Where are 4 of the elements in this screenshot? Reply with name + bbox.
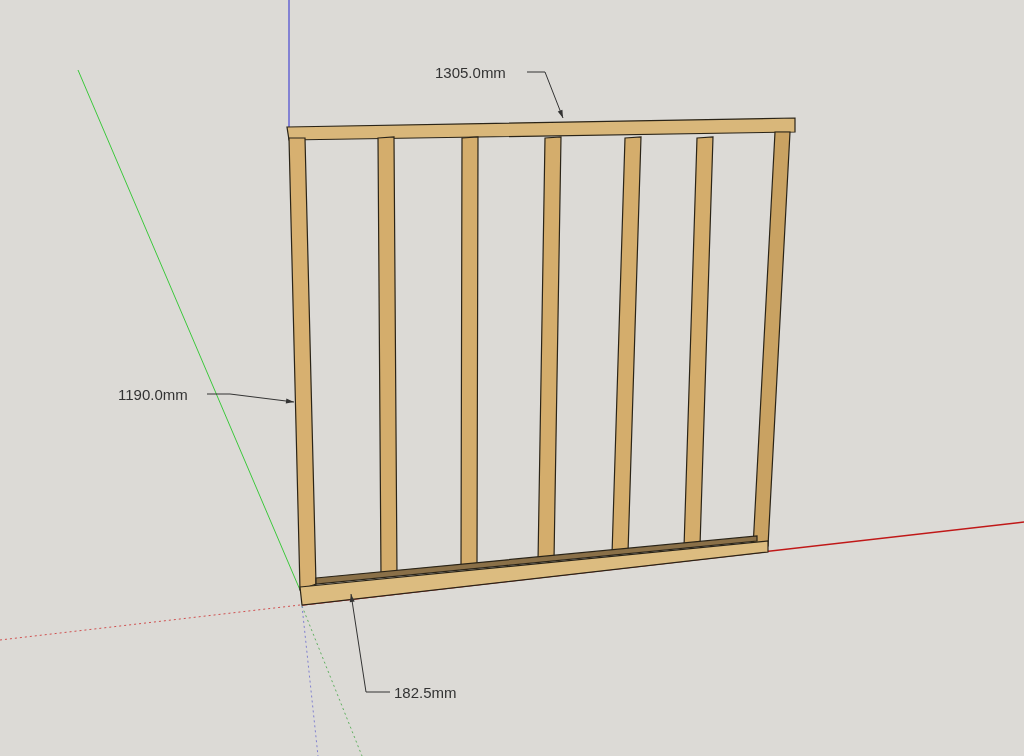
leader-line bbox=[526, 71, 564, 119]
dimension-label: 1190.0mm bbox=[118, 386, 188, 403]
dimension-label: 1305.0mm bbox=[435, 64, 506, 81]
dimension-label: 182.5mm bbox=[394, 684, 457, 701]
